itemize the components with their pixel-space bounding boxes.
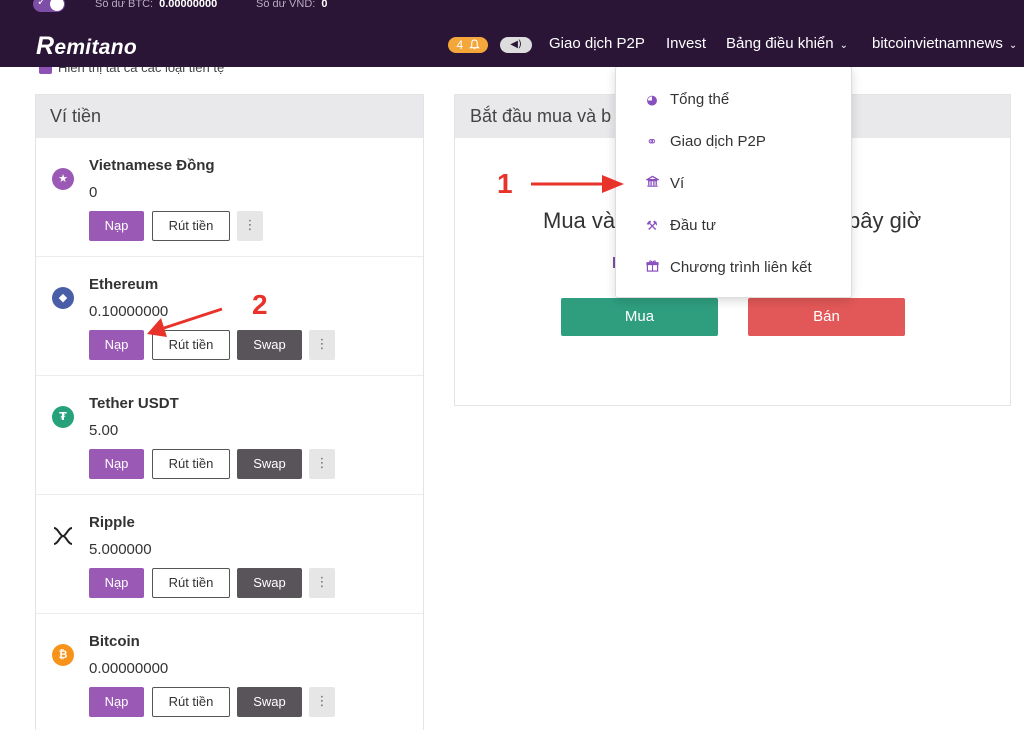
nav-user-label: bitcoinvietnamnews <box>872 35 1003 52</box>
withdraw-button[interactable]: Rút tiền <box>152 330 230 360</box>
star-icon: ★ <box>52 168 74 190</box>
currency-toggle[interactable]: ✓ <box>33 0 65 12</box>
menu-item-overview[interactable]: ◕ Tổng thể <box>644 91 729 108</box>
deposit-button[interactable]: Nạp <box>89 687 144 717</box>
withdraw-button[interactable]: Rút tiền <box>152 687 230 717</box>
bank-icon <box>644 175 660 192</box>
coin-row-ethereum: ◆ Ethereum 0.10000000 Nạp Rút tiền Swap … <box>36 257 423 376</box>
wallet-panel: Ví tiền ★ Vietnamese Đồng 0 Nạp Rút tiền… <box>35 94 424 730</box>
deposit-button[interactable]: Nạp <box>89 449 144 479</box>
coin-amount: 5.00 <box>89 422 119 439</box>
check-icon: ✓ <box>37 0 47 8</box>
menu-item-label: Tổng thể <box>670 91 730 108</box>
more-options-button[interactable]: ⋮ <box>309 449 335 479</box>
vnd-balance-label: Số dư VND: <box>256 0 316 10</box>
speaker-icon: ◀) <box>510 39 522 50</box>
bell-icon <box>468 39 480 50</box>
coin-row-ripple: Ripple 5.000000 Nạp Rút tiền Swap ⋮ <box>36 495 423 614</box>
sell-button[interactable]: Bán <box>748 298 905 336</box>
remitano-logo[interactable]: Remitano <box>36 32 137 61</box>
wallet-title: Ví tiền <box>36 95 423 138</box>
menu-item-label: Ví <box>670 175 685 192</box>
nav-user[interactable]: bitcoinvietnamnews ⌄ <box>872 35 1017 52</box>
coin-name: Vietnamese Đồng <box>89 157 215 174</box>
ripple-icon <box>52 525 74 547</box>
headline-right: bây giờ <box>848 208 922 233</box>
swap-button[interactable]: Swap <box>237 330 302 360</box>
deposit-button[interactable]: Nạp <box>89 568 144 598</box>
bitcoin-icon: ₿ <box>52 644 74 666</box>
menu-item-p2p[interactable]: ⚭ Giao dịch P2P <box>644 133 766 150</box>
withdraw-button[interactable]: Rút tiền <box>152 568 230 598</box>
more-options-button[interactable]: ⋮ <box>309 568 335 598</box>
logo-letter: R <box>36 32 55 60</box>
buy-button[interactable]: Mua <box>561 298 718 336</box>
coin-row-bitcoin: ₿ Bitcoin 0.00000000 Nạp Rút tiền Swap ⋮ <box>36 614 423 730</box>
more-options-button[interactable]: ⋮ <box>237 211 263 241</box>
annotation-step-2: 2 <box>252 289 268 320</box>
coin-name: Ripple <box>89 514 135 531</box>
coin-row-tether: ₮ Tether USDT 5.00 Nạp Rút tiền Swap ⋮ <box>36 376 423 495</box>
withdraw-button[interactable]: Rút tiền <box>152 211 230 241</box>
swap-button[interactable]: Swap <box>237 687 302 717</box>
btc-balance: Số dư BTC: 0.00000000 <box>95 0 217 10</box>
dashboard-gauge-icon: ◕ <box>646 93 658 108</box>
gavel-icon: ⚒ <box>646 219 658 234</box>
sound-toggle[interactable]: ◀) <box>500 37 532 53</box>
menu-item-label: Chương trình liên kết <box>670 259 812 276</box>
coin-name: Tether USDT <box>89 395 179 412</box>
vnd-balance-value: 0 <box>321 0 328 10</box>
logo-text: emitano <box>54 36 137 59</box>
handshake-icon: ⚭ <box>646 135 658 150</box>
nav-invest[interactable]: Invest <box>666 35 706 52</box>
menu-item-invest[interactable]: ⚒ Đầu tư <box>644 217 716 234</box>
toggle-knob <box>50 0 64 11</box>
menu-item-label: Giao dịch P2P <box>670 133 766 150</box>
deposit-button[interactable]: Nạp <box>89 330 144 360</box>
ethereum-icon: ◆ <box>52 287 74 309</box>
swap-button[interactable]: Swap <box>237 449 302 479</box>
coin-amount: 0.00000000 <box>89 660 169 677</box>
coin-row-vnd: ★ Vietnamese Đồng 0 Nạp Rút tiền ⋮ <box>36 138 423 257</box>
annotation-step-1: 1 <box>497 168 513 199</box>
menu-item-affiliate[interactable]: Chương trình liên kết <box>644 259 812 276</box>
menu-item-label: Đầu tư <box>670 217 716 234</box>
dashboard-dropdown-menu: ◕ Tổng thể ⚭ Giao dịch P2P Ví ⚒ Đầu tư Chươ… <box>615 66 852 298</box>
coin-amount: 5.000000 <box>89 541 152 558</box>
top-header: ✓ Số dư BTC: 0.00000000 Số dư VND: 0 Remit… <box>0 0 1024 67</box>
deposit-button[interactable]: Nạp <box>89 211 144 241</box>
chevron-down-icon: ⌄ <box>1008 40 1018 51</box>
more-options-button[interactable]: ⋮ <box>309 687 335 717</box>
headline-left: Mua và <box>543 208 616 233</box>
btc-balance-value: 0.00000000 <box>159 0 218 10</box>
coin-amount: 0 <box>89 184 98 201</box>
gift-icon <box>644 259 660 276</box>
more-options-button[interactable]: ⋮ <box>309 330 335 360</box>
coin-name: Bitcoin <box>89 633 140 650</box>
nav-dashboard[interactable]: Bảng điều khiển ⌄ <box>726 35 848 52</box>
swap-button[interactable]: Swap <box>237 568 302 598</box>
withdraw-button[interactable]: Rút tiền <box>152 449 230 479</box>
notification-count: 4 <box>456 38 464 52</box>
nav-p2p[interactable]: Giao dịch P2P <box>549 35 645 52</box>
menu-item-wallet[interactable]: Ví <box>644 175 684 192</box>
vnd-balance: Số dư VND: 0 <box>256 0 327 10</box>
coin-amount: 0.10000000 <box>89 303 169 320</box>
notifications-badge[interactable]: 4 <box>448 37 488 53</box>
coin-name: Ethereum <box>89 276 159 293</box>
btc-balance-label: Số dư BTC: <box>95 0 154 10</box>
nav-dashboard-label: Bảng điều khiển <box>726 35 834 52</box>
chevron-down-icon: ⌄ <box>839 40 848 51</box>
tether-icon: ₮ <box>52 406 74 428</box>
